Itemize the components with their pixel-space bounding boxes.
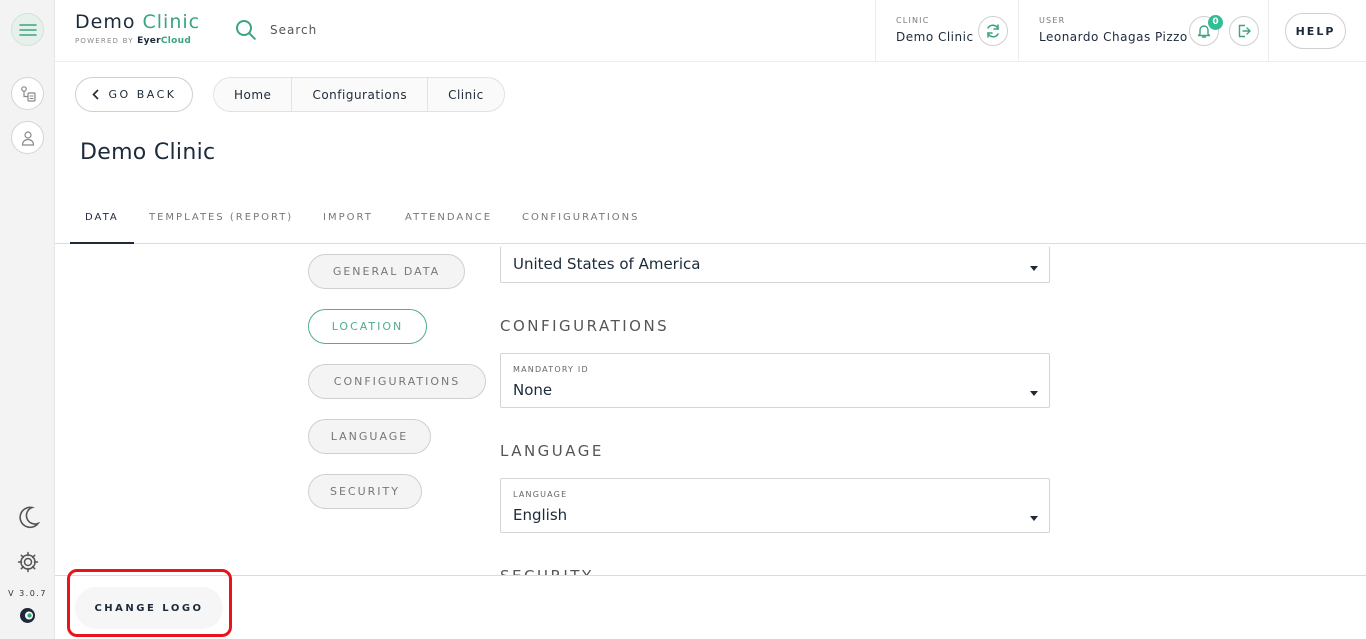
version-label: V 3.0.7 [8,589,47,598]
eyercloud-logo-icon [20,608,35,623]
menu-button[interactable] [11,13,44,46]
powered-brand-a: Eyer [137,36,161,46]
active-tab-indicator [70,242,134,244]
divider [1018,0,1019,61]
profile-button[interactable] [11,121,44,154]
language-value: English [513,506,568,524]
top-bar: Demo Clinic POWERED BY EyerCloud Search … [55,0,1366,62]
country-value: United States of America [513,255,701,273]
tab-templates-report[interactable]: TEMPLATES (REPORT) [149,212,293,223]
refresh-icon [987,24,999,38]
section-security[interactable]: SECURITY [308,474,422,509]
page-title: Demo Clinic [80,140,216,165]
mandatory-id-value: None [513,381,553,399]
clinic-label: CLINIC [896,16,930,25]
dark-mode-icon [18,506,40,528]
tab-attendance[interactable]: ATTENDANCE [405,212,492,223]
dark-mode-button[interactable] [11,500,44,533]
caret-down-icon [1030,266,1038,271]
language-heading: LANGUAGE [500,442,604,460]
breadcrumb-configurations[interactable]: Configurations [292,78,429,111]
user-label: USER [1039,16,1066,25]
divider [875,0,876,61]
settings-icon [17,551,38,572]
section-general-data[interactable]: GENERAL DATA [308,254,465,289]
footer-bar [55,575,1366,639]
section-location[interactable]: LOCATION [308,309,427,344]
powered-by-text: POWERED BY [75,37,134,45]
tab-configurations[interactable]: CONFIGURATIONS [522,212,639,223]
go-back-button[interactable]: GO BACK [75,77,193,112]
breadcrumb-clinic[interactable]: Clinic [428,78,504,111]
caret-down-icon [1030,391,1038,396]
breadcrumb: Home Configurations Clinic [213,77,505,112]
logout-icon [1238,24,1251,38]
brand-name-accent: Clinic [142,11,201,33]
menu-icon [18,23,37,36]
brand[interactable]: Demo Clinic POWERED BY EyerCloud [75,11,200,46]
divider [1268,0,1269,61]
caret-down-icon [1030,516,1038,521]
go-back-label: GO BACK [108,88,177,101]
tab-import[interactable]: IMPORT [323,212,373,223]
left-rail: V 3.0.7 [0,0,55,639]
brand-name-main: Demo [75,11,136,33]
search-bar[interactable]: Search [235,19,317,41]
patients-button[interactable] [11,77,44,110]
tab-bar: DATA TEMPLATES (REPORT) IMPORT ATTENDANC… [55,200,1366,244]
search-input[interactable]: Search [270,23,317,37]
user-icon [21,130,34,146]
switch-clinic-button[interactable] [978,16,1008,46]
section-language[interactable]: LANGUAGE [308,419,431,454]
country-select[interactable]: United States of America [500,246,1050,283]
language-label: LANGUAGE [513,490,568,499]
notification-count-badge: 0 [1208,15,1223,30]
change-logo-button[interactable]: CHANGE LOGO [75,587,223,629]
user-name: Leonardo Chagas Pizzo [1039,30,1188,44]
logout-button[interactable] [1229,16,1259,46]
mandatory-id-select[interactable]: MANDATORY ID None [500,353,1050,408]
mandatory-id-label: MANDATORY ID [513,365,589,374]
chevron-left-icon [91,89,99,100]
powered-brand-b: Cloud [160,36,192,46]
search-icon [236,20,256,40]
section-configurations[interactable]: CONFIGURATIONS [308,364,486,399]
settings-button[interactable] [11,545,44,578]
clinic-name: Demo Clinic [896,30,974,44]
patients-icon [20,85,36,102]
brand-name: Demo Clinic [75,11,200,33]
help-button[interactable]: HELP [1285,13,1346,49]
tab-data[interactable]: DATA [85,212,119,223]
powered-by: POWERED BY EyerCloud [75,36,200,46]
language-select[interactable]: LANGUAGE English [500,478,1050,533]
breadcrumb-home[interactable]: Home [214,78,293,111]
configurations-heading: CONFIGURATIONS [500,317,670,335]
